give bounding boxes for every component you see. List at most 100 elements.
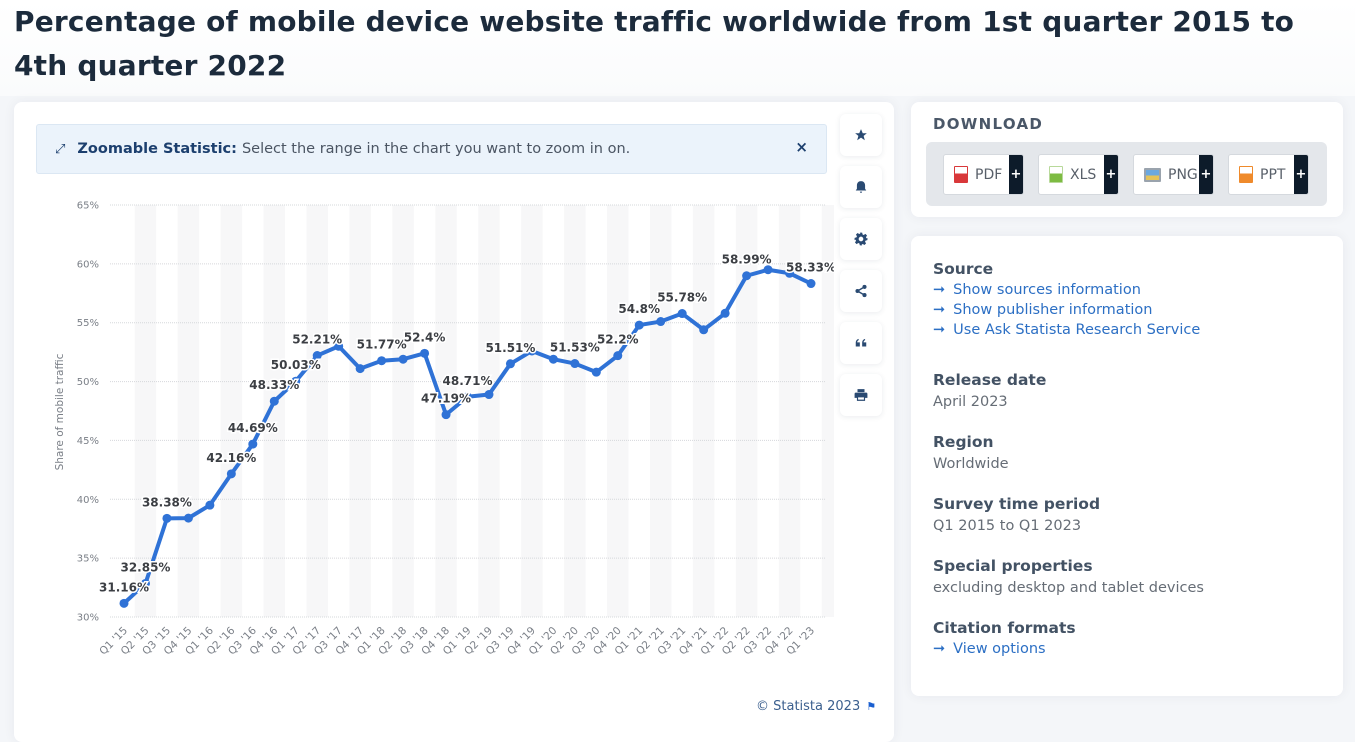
column-band — [692, 205, 715, 617]
plus-icon[interactable]: + — [1199, 155, 1213, 194]
view-options-link[interactable]: ➞ View options — [933, 641, 1076, 657]
data-point — [441, 410, 451, 420]
data-point — [162, 513, 172, 523]
source-section: Source ➞ Show sources information ➞ Show p… — [933, 260, 1200, 338]
data-point — [742, 271, 752, 281]
share-icon — [855, 284, 867, 298]
release-section: Release date April 2023 — [933, 371, 1046, 410]
show-publisher-label: Show publisher information — [953, 302, 1153, 318]
info-card: Source ➞ Show sources information ➞ Show p… — [911, 236, 1343, 696]
gear-icon — [854, 232, 868, 246]
download-png-label: PNG — [1168, 166, 1198, 183]
plus-icon[interactable]: + — [1294, 155, 1308, 194]
data-label: 54.8% — [618, 302, 660, 316]
data-label: 58.99% — [722, 253, 772, 267]
special-section: Special properties excluding desktop and… — [933, 557, 1204, 596]
data-label: 51.53% — [550, 341, 600, 355]
data-label: 48.71% — [443, 374, 493, 388]
ppt-file-icon — [1239, 166, 1253, 183]
data-point — [183, 513, 193, 523]
settings-button[interactable] — [840, 218, 882, 260]
download-card: DOWNLOAD PDF + XLS + PNG + PPT + — [911, 102, 1343, 217]
show-sources-label: Show sources information — [953, 282, 1141, 298]
citation-section: Citation formats ➞ View options — [933, 619, 1076, 657]
png-file-icon — [1144, 167, 1161, 182]
column-band — [649, 205, 672, 617]
print-button[interactable] — [840, 374, 882, 416]
data-point — [398, 354, 408, 364]
quote-icon — [855, 338, 867, 347]
data-label: 50.03% — [271, 358, 321, 372]
data-label: 31.16% — [99, 580, 149, 594]
copyright-text: © Statista 2023 — [756, 699, 861, 714]
bell-icon — [855, 181, 867, 193]
data-point — [591, 367, 601, 377]
region-heading: Region — [933, 433, 994, 451]
data-label: 38.38% — [142, 495, 192, 509]
data-point — [570, 359, 580, 369]
arrow-right-icon: ➞ — [933, 641, 946, 657]
cite-button[interactable] — [840, 322, 882, 364]
data-point — [355, 364, 365, 374]
survey-value: Q1 2015 to Q1 2023 — [933, 518, 1082, 534]
column-band — [607, 205, 629, 617]
download-png-button[interactable]: PNG + — [1133, 154, 1214, 195]
y-tick-label: 30% — [77, 613, 99, 624]
region-value: Worldwide — [933, 456, 1009, 472]
flag-icon[interactable]: ⚑ — [866, 700, 876, 713]
data-label: 58.33% — [786, 261, 834, 275]
y-tick-label: 40% — [77, 495, 99, 506]
data-label: 51.51% — [485, 341, 535, 355]
data-point — [806, 279, 816, 289]
source-heading: Source — [933, 260, 994, 278]
data-point — [119, 598, 129, 608]
data-point — [656, 317, 666, 327]
data-label: 52.4% — [404, 330, 446, 344]
notification-button[interactable] — [840, 166, 882, 208]
share-button[interactable] — [840, 270, 882, 312]
column-band — [220, 205, 243, 617]
arrow-right-icon: ➞ — [933, 322, 946, 338]
data-label: 47.19% — [421, 392, 471, 406]
data-label: 48.33% — [249, 378, 299, 392]
y-tick-label: 35% — [77, 554, 99, 565]
line-chart[interactable]: 30% 35% 40% 45% 50% 55% 60% 65% Share of mobile … — [14, 102, 834, 702]
download-pdf-label: PDF — [975, 166, 1003, 183]
printer-icon — [854, 389, 868, 401]
star-icon — [855, 129, 867, 141]
survey-section: Survey time period Q1 2015 to Q1 2023 — [933, 495, 1100, 534]
plus-icon[interactable]: + — [1104, 155, 1118, 194]
chart-toolbar — [840, 114, 882, 426]
column-band — [735, 205, 758, 617]
citation-heading: Citation formats — [933, 619, 1076, 637]
data-label: 55.78% — [657, 291, 707, 305]
arrow-right-icon: ➞ — [933, 302, 946, 318]
column-band — [392, 205, 414, 617]
column-band — [564, 205, 586, 617]
column-band — [306, 205, 328, 617]
show-publisher-link[interactable]: ➞ Show publisher information — [933, 302, 1200, 318]
data-point — [699, 325, 709, 335]
show-sources-link[interactable]: ➞ Show sources information — [933, 282, 1200, 298]
download-title: DOWNLOAD — [933, 115, 1044, 133]
data-point — [484, 390, 494, 400]
download-xls-button[interactable]: XLS + — [1038, 154, 1119, 195]
ask-statista-link[interactable]: ➞ Use Ask Statista Research Service — [933, 322, 1200, 338]
data-point — [269, 396, 279, 406]
data-point — [677, 309, 687, 319]
download-pdf-button[interactable]: PDF + — [943, 154, 1024, 195]
data-label: 52.21% — [292, 333, 342, 347]
download-ppt-button[interactable]: PPT + — [1228, 154, 1309, 195]
y-tick-label: 50% — [77, 377, 99, 388]
view-options-label: View options — [953, 641, 1046, 657]
chart-card: ⤢ Zoomable Statistic: Select the range i… — [14, 102, 894, 742]
column-band — [478, 205, 500, 617]
data-point — [248, 439, 258, 449]
favorite-button[interactable] — [840, 114, 882, 156]
data-point — [420, 348, 430, 358]
arrow-right-icon: ➞ — [933, 282, 946, 298]
plus-icon[interactable]: + — [1009, 155, 1023, 194]
copyright[interactable]: © Statista 2023 ⚑ — [756, 699, 876, 714]
region-section: Region Worldwide — [933, 433, 1009, 472]
release-value: April 2023 — [933, 394, 1008, 410]
